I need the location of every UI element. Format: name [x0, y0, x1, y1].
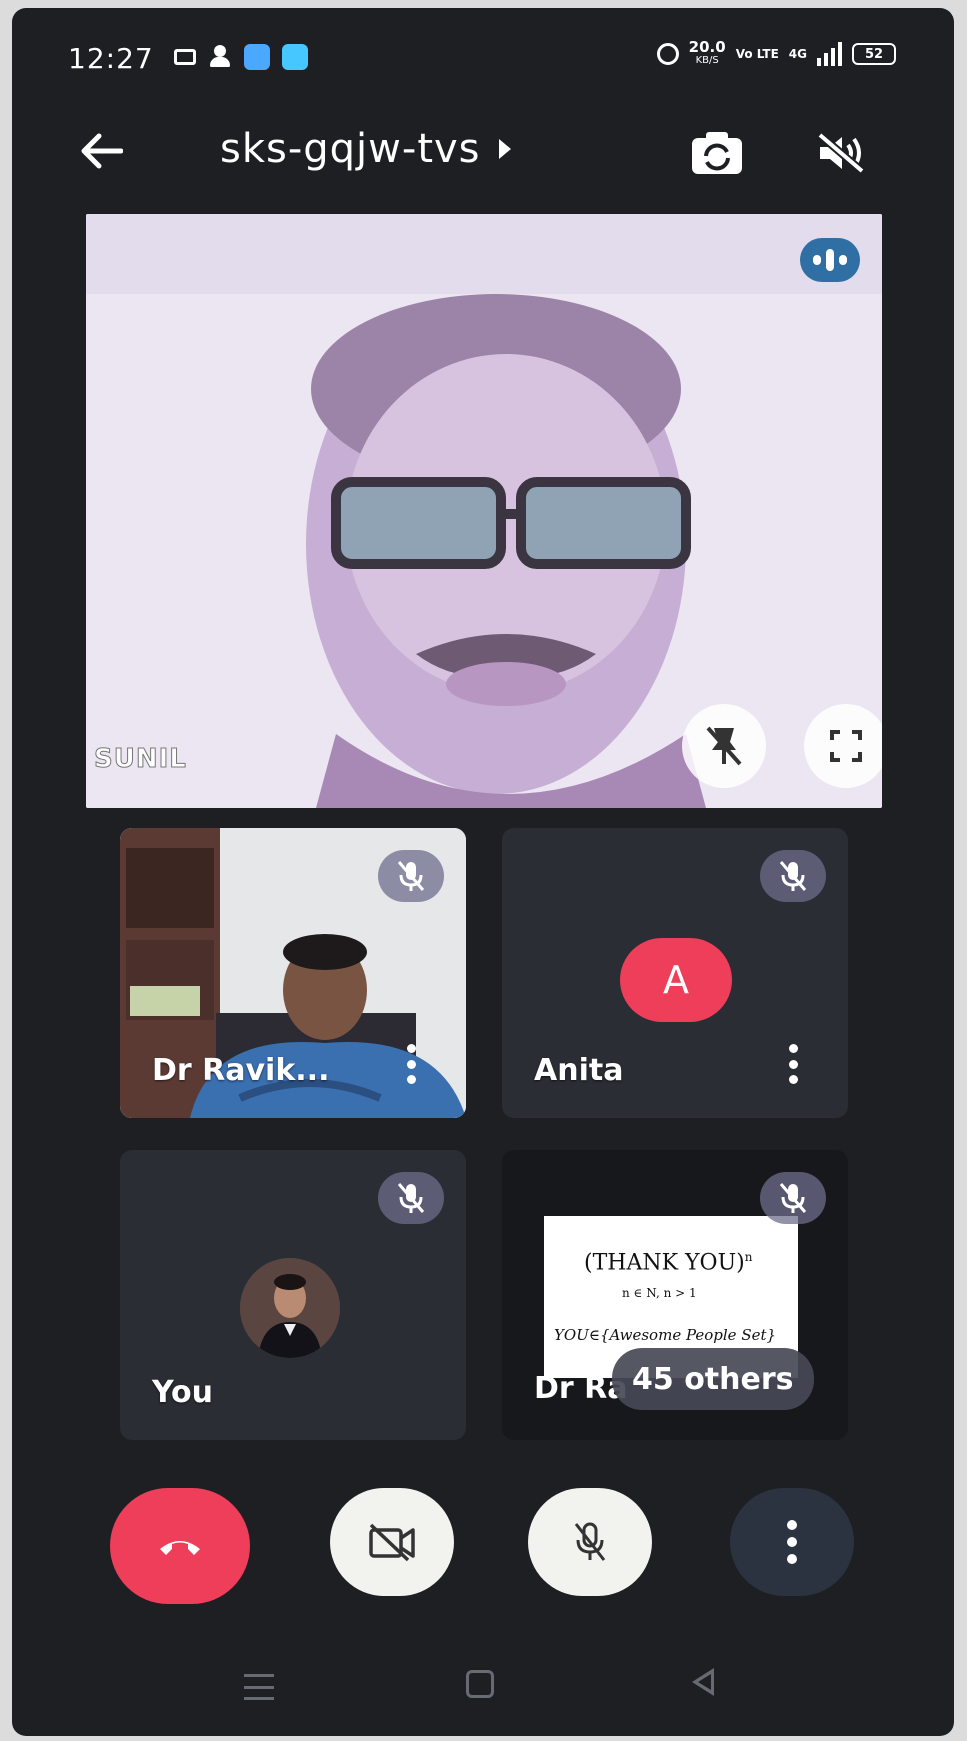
participant-tile[interactable]: A Anita — [502, 828, 848, 1118]
slide-footer: YOU∈{Awesome People Set} — [554, 1326, 777, 1344]
fullscreen-icon — [830, 730, 862, 762]
meeting-code-button[interactable]: sks-gqjw-tvs — [220, 126, 511, 172]
mic-off-indicator — [760, 850, 826, 902]
avatar: A — [620, 938, 732, 1022]
more-options-button[interactable] — [406, 1044, 416, 1084]
mic-off-icon — [779, 861, 807, 891]
phone-screen: 12:27 20.0 KB/S Vo LTE 4G 52 sks-gqjw-tv… — [12, 8, 954, 1736]
self-tile[interactable]: You — [120, 1150, 466, 1440]
slide-title: (THANK YOU)n — [584, 1250, 752, 1275]
meeting-code: sks-gqjw-tvs — [220, 126, 481, 172]
mic-off-indicator — [760, 1172, 826, 1224]
status-notification-icons — [174, 44, 308, 70]
network-speed: 20.0 KB/S — [689, 40, 726, 68]
slide-title-superscript: n — [744, 1250, 753, 1264]
camera-toggle-button[interactable] — [330, 1488, 454, 1596]
mic-off-icon — [779, 1183, 807, 1213]
avatar — [240, 1258, 340, 1358]
network-speed-value: 20.0 — [688, 38, 726, 56]
expand-arrow-icon — [498, 139, 511, 159]
participant-name: Anita — [534, 1053, 624, 1088]
status-time: 12:27 — [68, 42, 154, 75]
battery-icon: 52 — [852, 43, 896, 65]
back-arrow-icon — [81, 133, 123, 169]
nav-recents-button[interactable] — [244, 1674, 274, 1700]
network-type: 4G — [788, 47, 807, 61]
fullscreen-button[interactable] — [804, 704, 882, 788]
speaking-indicator — [800, 238, 860, 282]
speaker-video-image — [86, 214, 882, 808]
mic-off-icon — [574, 1522, 606, 1561]
mic-toggle-button[interactable] — [528, 1488, 652, 1596]
chat-notification-icon — [282, 44, 308, 70]
participant-tile[interactable]: Dr Ravik... — [120, 828, 466, 1118]
app-notification-icon — [244, 44, 270, 70]
participant-name: Dr Ravik... — [152, 1053, 330, 1088]
mic-off-indicator — [378, 1172, 444, 1224]
mic-off-indicator — [378, 850, 444, 902]
unpin-button[interactable] — [682, 704, 766, 788]
camera-off-icon — [369, 1523, 415, 1562]
alarm-icon — [656, 43, 679, 65]
end-call-button[interactable] — [110, 1488, 250, 1604]
mic-off-icon — [397, 1183, 425, 1213]
nav-home-button[interactable] — [466, 1670, 494, 1698]
participant-name: You — [152, 1375, 213, 1410]
switch-camera-button[interactable] — [688, 124, 746, 182]
system-navigation-bar — [12, 1648, 954, 1728]
slide-title-text: (THANK YOU) — [584, 1250, 745, 1276]
video-notification-icon — [174, 49, 196, 65]
more-options-button[interactable] — [788, 1044, 798, 1084]
mic-off-icon — [397, 861, 425, 891]
end-call-icon — [160, 1541, 200, 1555]
more-options-button[interactable] — [730, 1488, 854, 1596]
contact-notification-icon — [208, 45, 232, 69]
back-button[interactable] — [74, 124, 128, 178]
nav-back-icon — [698, 1674, 711, 1690]
profile-photo-image — [240, 1258, 340, 1358]
speaker-button[interactable] — [812, 124, 870, 182]
more-vert-icon — [406, 1044, 416, 1053]
more-vert-icon — [787, 1520, 797, 1564]
meeting-top-bar: sks-gqjw-tvs — [12, 106, 954, 196]
presentation-tile[interactable]: (THANK YOU)n n ∈ N, n > 1 YOU∈{Awesome P… — [502, 1150, 848, 1440]
battery-level: 52 — [864, 46, 884, 62]
speaker-off-icon — [817, 131, 865, 175]
main-participant-name: SUNIL — [94, 744, 187, 775]
camera-flip-icon — [692, 132, 742, 174]
status-system-icons: 20.0 KB/S Vo LTE 4G 52 — [656, 40, 896, 68]
more-vert-icon — [788, 1044, 798, 1053]
others-count-button[interactable]: 45 others — [612, 1348, 814, 1410]
main-video-feed[interactable]: SUNIL — [86, 214, 882, 808]
network-speed-unit: KB/S — [695, 55, 719, 66]
volte-indicator: Vo LTE — [735, 47, 779, 61]
slide-condition: n ∈ N, n > 1 — [622, 1286, 697, 1300]
status-bar: 12:27 20.0 KB/S Vo LTE 4G 52 — [12, 8, 954, 98]
signal-icon — [817, 42, 842, 66]
pin-off-icon — [706, 726, 742, 766]
